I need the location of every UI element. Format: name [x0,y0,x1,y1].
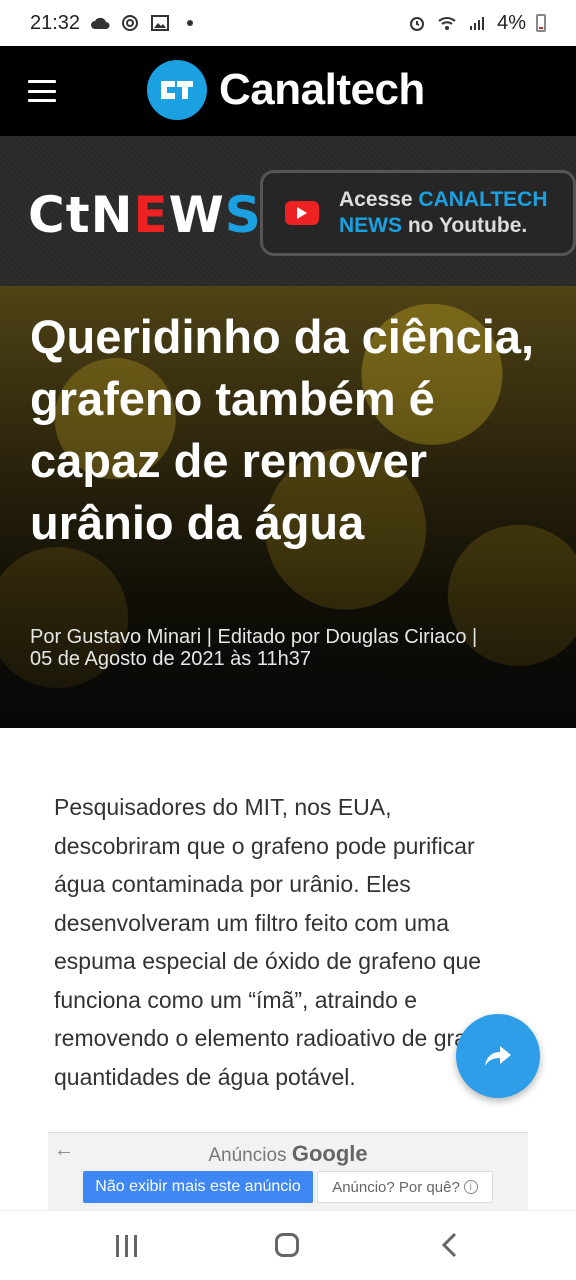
brand-name: Canaltech [219,65,425,114]
ad-label: Anúncios Google [208,1141,368,1166]
cloud-icon [90,13,110,33]
status-left: 21:32 [30,12,200,35]
signal-icon [467,13,487,33]
hide-ad-button[interactable]: Não exibir mais este anúncio [83,1171,313,1203]
at-icon [120,13,140,33]
image-icon [150,13,170,33]
article-title: Queridinho da ciência, grafeno também é … [30,310,535,549]
battery-icon [536,14,546,32]
home-icon[interactable] [275,1233,299,1257]
info-icon: i [463,1180,478,1194]
system-nav-bar [0,1210,576,1280]
brand-badge-icon [147,60,207,120]
app-header: Canaltech [0,46,576,136]
byline-date: 05 de Agosto de 2021 às 11h37 [30,648,311,670]
youtube-promo-text: Acesse CANALTECH NEWS no Youtube. [339,188,548,237]
recent-apps-icon[interactable] [116,1235,137,1257]
ct-news-logo: CtNEWS [28,186,262,244]
byline-authors: Por Gustavo Minari | Editado por Douglas… [30,626,478,648]
article-byline: Por Gustavo Minari | Editado por Douglas… [30,626,550,670]
dot-icon [180,13,200,33]
article-body: Pesquisadores do MIT, nos EUA, descobrir… [54,794,517,1090]
share-icon [485,1046,511,1066]
menu-icon[interactable] [28,80,56,102]
back-icon[interactable] [440,1231,458,1259]
status-right: 4% [407,12,546,35]
status-time: 21:32 [30,11,81,34]
brand-logo[interactable]: Canaltech [147,60,425,120]
youtube-promo[interactable]: Acesse CANALTECH NEWS no Youtube. [260,170,576,256]
ad-bar: ← Anúncios Google Não exibir mais este a… [48,1132,528,1210]
why-ad-button[interactable]: Anúncio? Por quê? i [317,1171,493,1203]
wifi-icon [437,13,457,33]
share-button[interactable] [456,1014,540,1098]
battery-percent: 4% [497,11,526,34]
youtube-icon [285,201,319,225]
alarm-icon [407,13,427,33]
status-bar: 21:32 4% [0,0,576,46]
